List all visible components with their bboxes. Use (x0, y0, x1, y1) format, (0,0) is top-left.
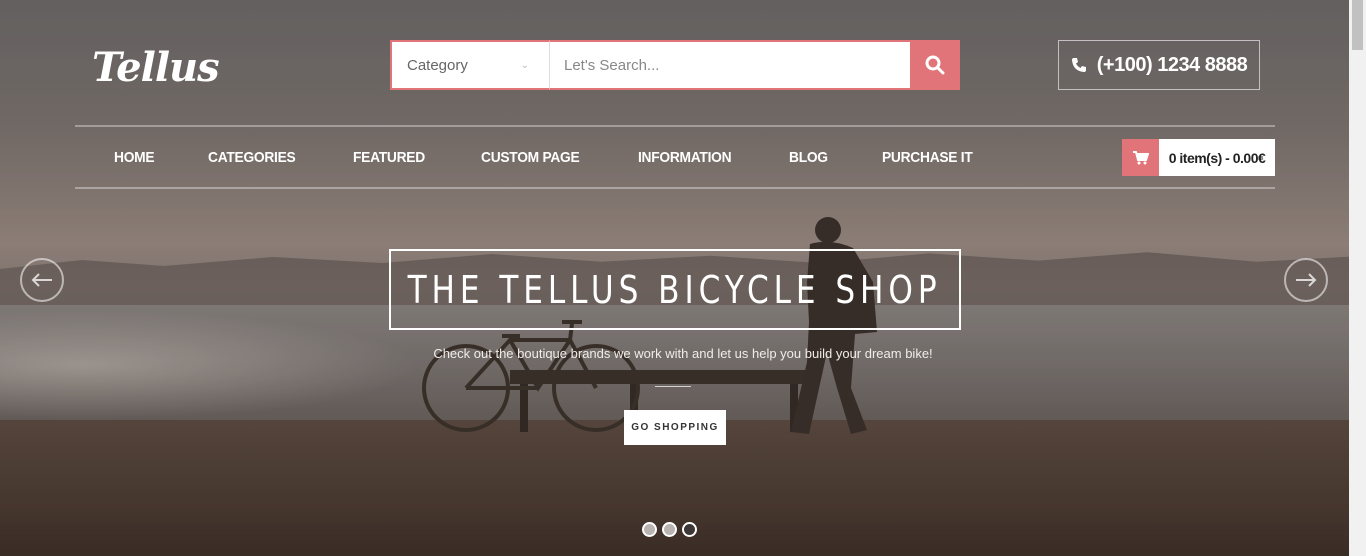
main-nav: HOME CATEGORIES FEATURED CUSTOM PAGE INF… (75, 127, 1275, 187)
slider-dot-3[interactable] (682, 522, 697, 537)
slide-subtitle: Check out the boutique brands we work wi… (433, 346, 933, 361)
site-logo[interactable]: Tellus (92, 44, 220, 91)
slide-title: THE TELLUS BICYCLE SHOP (408, 267, 942, 312)
slider-dot-2[interactable] (662, 522, 677, 537)
cart-summary: 0 item(s) - 0.00€ (1159, 139, 1275, 176)
nav-item-home[interactable]: HOME (114, 149, 155, 166)
slider-pagination (642, 522, 697, 537)
slider-prev-button[interactable] (20, 258, 64, 302)
search-icon (925, 55, 945, 75)
nav-item-featured[interactable]: FEATURED (353, 149, 425, 166)
slide-divider (655, 386, 691, 387)
slide-title-box: THE TELLUS BICYCLE SHOP (389, 249, 961, 330)
phone-contact[interactable]: (+100) 1234 8888 (1058, 40, 1260, 90)
category-select[interactable]: Category ⌄ (390, 40, 550, 90)
search-input[interactable] (550, 40, 910, 90)
chevron-down-icon: ⌄ (520, 59, 529, 71)
arrow-left-icon (31, 273, 52, 287)
nav-item-purchase-it[interactable]: PURCHASE IT (882, 149, 973, 166)
nav-item-categories[interactable]: CATEGORIES (208, 149, 296, 166)
arrow-right-icon (1296, 273, 1317, 287)
nav-item-blog[interactable]: BLOG (789, 149, 828, 166)
search-button[interactable] (910, 40, 960, 90)
nav-item-custom-page[interactable]: CUSTOM PAGE (481, 149, 580, 166)
phone-number: (+100) 1234 8888 (1096, 53, 1248, 76)
nav-item-information[interactable]: INFORMATION (638, 149, 732, 166)
page-scrollbar[interactable] (1349, 0, 1366, 556)
go-shopping-button[interactable]: GO SHOPPING (624, 410, 726, 445)
category-select-label: Category (407, 56, 468, 74)
cart-icon (1132, 150, 1149, 164)
scrollbar-thumb[interactable] (1352, 0, 1363, 50)
cart-button[interactable]: 0 item(s) - 0.00€ (1122, 139, 1275, 176)
nav-bottom-divider (75, 187, 1275, 189)
cart-icon-box (1122, 139, 1159, 176)
slider-dot-1[interactable] (642, 522, 657, 537)
search-bar: Category ⌄ (390, 40, 960, 90)
slider-next-button[interactable] (1284, 258, 1328, 302)
phone-icon (1071, 58, 1086, 72)
